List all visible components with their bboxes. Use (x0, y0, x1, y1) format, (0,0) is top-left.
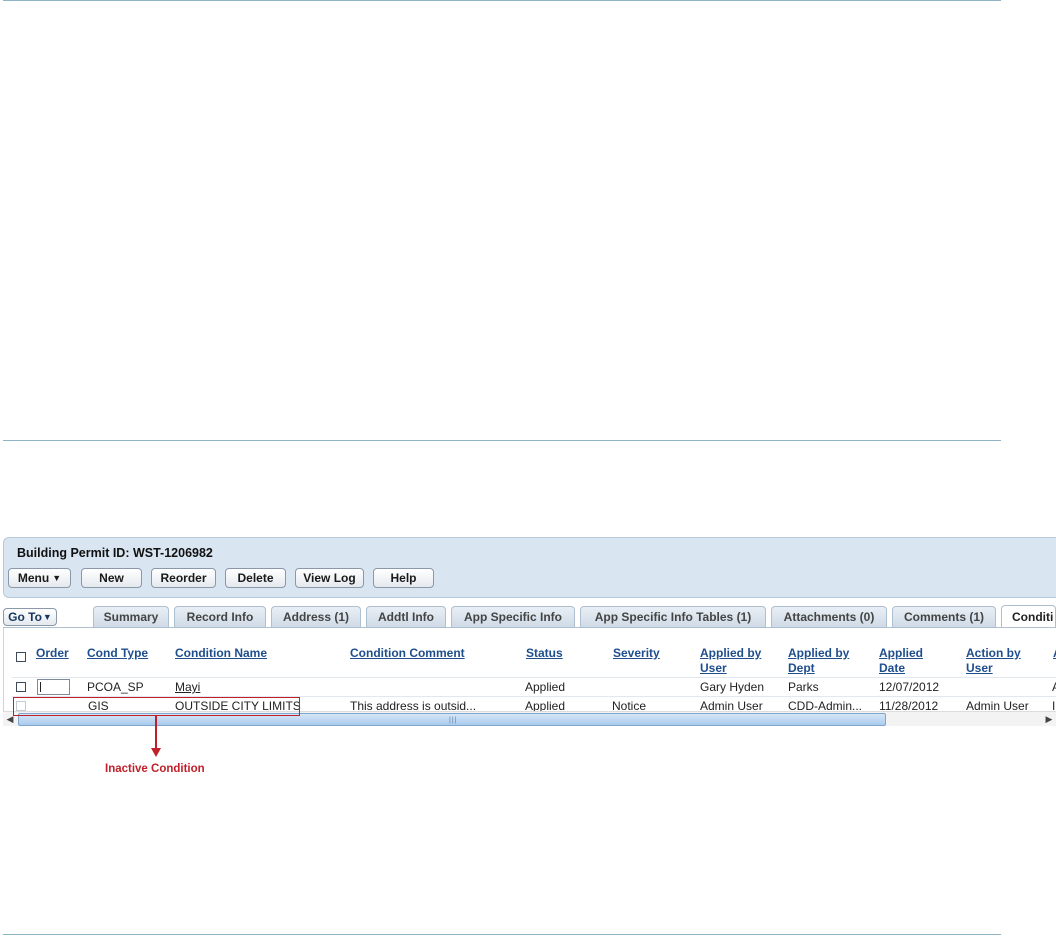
cell-status: Applied (525, 680, 566, 694)
column-header-severity[interactable]: Severity (613, 646, 660, 661)
column-header-action-by-user-line1: Action by (966, 646, 1021, 660)
inactive-condition-highlight (13, 697, 300, 716)
column-header-cond-type[interactable]: Cond Type (87, 646, 148, 661)
column-header-applied-by-user-line2: User (700, 661, 727, 675)
grip-icon: ||| (449, 717, 458, 724)
divider-middle (3, 440, 1001, 441)
menu-button-label: Menu (17, 571, 50, 585)
select-all-checkbox[interactable] (16, 652, 26, 662)
column-header-condition-name[interactable]: Condition Name (175, 646, 267, 661)
goto-label: Go To (8, 610, 42, 624)
scroll-right-icon[interactable]: ▶ (1043, 713, 1055, 725)
page-title: Building Permit ID: WST-1206982 (17, 546, 213, 560)
tab-app-specific-info-tables[interactable]: App Specific Info Tables (1) (580, 606, 766, 627)
tab-summary[interactable]: Summary (93, 606, 169, 627)
divider-bottom (3, 934, 1001, 935)
tab-comments[interactable]: Comments (1) (892, 606, 996, 627)
cell-cond-type: PCOA_SP (87, 680, 144, 694)
arrow-down-icon (151, 748, 161, 757)
row-divider (12, 677, 1056, 678)
chevron-down-icon: ▼ (42, 612, 52, 622)
column-header-applied-by-dept-line2: Dept (788, 661, 815, 675)
column-header-status[interactable]: Status (526, 646, 563, 661)
cell-next-partial: A (1052, 680, 1056, 694)
help-button[interactable]: Help (373, 568, 434, 588)
divider-top (3, 0, 1001, 1)
condition-name-link[interactable]: Mayi (175, 680, 200, 694)
column-header-applied-date-line1: Applied (879, 646, 923, 660)
reorder-button[interactable]: Reorder (151, 568, 216, 588)
column-header-applied-by-dept[interactable]: Applied by Dept (788, 646, 849, 676)
order-input[interactable] (37, 679, 70, 695)
cell-applied-date: 12/07/2012 (879, 680, 940, 694)
annotation-label: Inactive Condition (105, 763, 205, 775)
column-header-applied-by-dept-line1: Applied by (788, 646, 850, 660)
goto-button[interactable]: Go To ▼ (3, 608, 57, 626)
tab-addtl-info[interactable]: Addtl Info (366, 606, 446, 627)
view-log-button[interactable]: View Log (295, 568, 364, 588)
tab-conditions[interactable]: Conditi (1001, 605, 1056, 628)
column-header-condition-comment[interactable]: Condition Comment (350, 646, 465, 661)
cell-applied-by-user: Gary Hyden (700, 680, 765, 694)
delete-button[interactable]: Delete (225, 568, 286, 588)
tab-attachments[interactable]: Attachments (0) (771, 606, 887, 627)
column-header-order[interactable]: Order (36, 646, 69, 661)
new-button[interactable]: New (81, 568, 142, 588)
tab-record-info[interactable]: Record Info (174, 606, 266, 627)
column-header-action-by-user[interactable]: Action by User (966, 646, 1021, 676)
column-header-action-by-user-line2: User (966, 661, 993, 675)
tab-address[interactable]: Address (1) (271, 606, 361, 627)
record-header-panel: Building Permit ID: WST-1206982 Menu ▼ N… (3, 537, 1056, 598)
column-header-applied-date-line2: Date (879, 661, 906, 675)
column-header-applied-by-user[interactable]: Applied by User (700, 646, 761, 676)
column-header-applied-by-user-line1: Applied by (700, 646, 762, 660)
chevron-down-icon: ▼ (52, 573, 62, 583)
row-checkbox[interactable] (16, 682, 26, 692)
annotation-arrow-line (155, 716, 157, 750)
cell-applied-by-dept: Parks (788, 680, 819, 694)
menu-button[interactable]: Menu ▼ (8, 568, 71, 588)
column-header-applied-date[interactable]: Applied Date (879, 646, 923, 676)
tab-app-specific-info[interactable]: App Specific Info (451, 606, 575, 627)
